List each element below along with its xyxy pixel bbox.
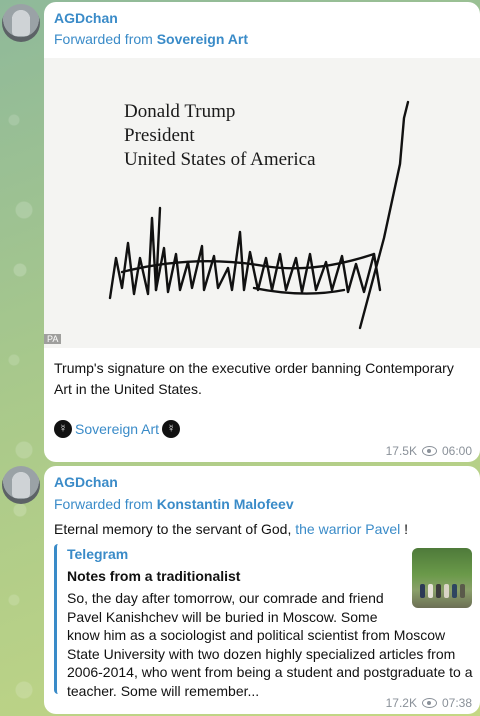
forwarded-source[interactable]: Konstantin Malofeev: [157, 496, 294, 512]
link-preview-description: So, the day after tomorrow, our comrade …: [67, 589, 473, 700]
forwarded-source[interactable]: Sovereign Art: [157, 31, 248, 47]
description-line: State University with two dozen highly s…: [67, 645, 456, 662]
eye-icon: [421, 446, 437, 456]
forwarded-header[interactable]: Forwarded from Sovereign Art: [54, 31, 248, 47]
view-count: 17.5K: [385, 444, 417, 458]
forwarded-prefix: Forwarded from: [54, 31, 157, 47]
sender-name[interactable]: AGDchan: [54, 10, 118, 26]
description-line: know him as a sociologist and political …: [67, 627, 446, 643]
forwarded-prefix: Forwarded from: [54, 496, 157, 512]
description-line: So, the day after tomorrow, our comrade …: [67, 590, 384, 606]
signature-link[interactable]: Sovereign Art: [75, 421, 159, 437]
photo-credit: PA: [44, 334, 62, 344]
avatar[interactable]: [2, 466, 40, 504]
message-text-link[interactable]: the warrior Pavel: [295, 521, 400, 537]
description-line: Pavel Kanishchev will be buried in Mosco…: [67, 608, 378, 625]
message-bubble[interactable]: AGDchan Forwarded from Konstantin Malofe…: [44, 466, 480, 714]
eye-icon: [421, 698, 437, 708]
message-text: Eternal memory to the servant of God, th…: [54, 521, 408, 537]
message-caption: Trump's signature on the executive order…: [54, 360, 454, 397]
message-time: 06:00: [441, 444, 472, 458]
link-preview-site: Telegram: [67, 546, 129, 562]
signature-photo[interactable]: Donald Trump President United States of …: [44, 58, 480, 348]
link-preview[interactable]: Telegram Notes from a traditionalist So,…: [54, 544, 474, 699]
message-bubble[interactable]: AGDchan Forwarded from Sovereign Art Don…: [44, 2, 480, 462]
message-time: 07:38: [441, 696, 472, 710]
link-preview-thumbnail[interactable]: [412, 548, 472, 608]
avatar[interactable]: [2, 4, 40, 42]
channel-signature[interactable]: ☿ Sovereign Art ☿: [54, 420, 181, 438]
forwarded-header[interactable]: Forwarded from Konstantin Malofeev: [54, 496, 294, 512]
message-meta: 17.2K 07:38: [386, 696, 472, 710]
description-line: 2006-2014, who went from being a student…: [67, 664, 473, 680]
sender-name[interactable]: AGDchan: [54, 474, 118, 490]
handwritten-signature: [108, 100, 410, 330]
link-preview-title: Notes from a traditionalist: [67, 568, 241, 584]
view-count: 17.2K: [385, 696, 417, 710]
message-text-prefix: Eternal memory to the servant of God,: [54, 521, 296, 537]
emblem-icon: ☿: [54, 420, 72, 438]
message-meta: 17.5K 06:00: [386, 444, 472, 458]
message-text-suffix: !: [400, 521, 409, 537]
emblem-icon: ☿: [162, 420, 181, 438]
